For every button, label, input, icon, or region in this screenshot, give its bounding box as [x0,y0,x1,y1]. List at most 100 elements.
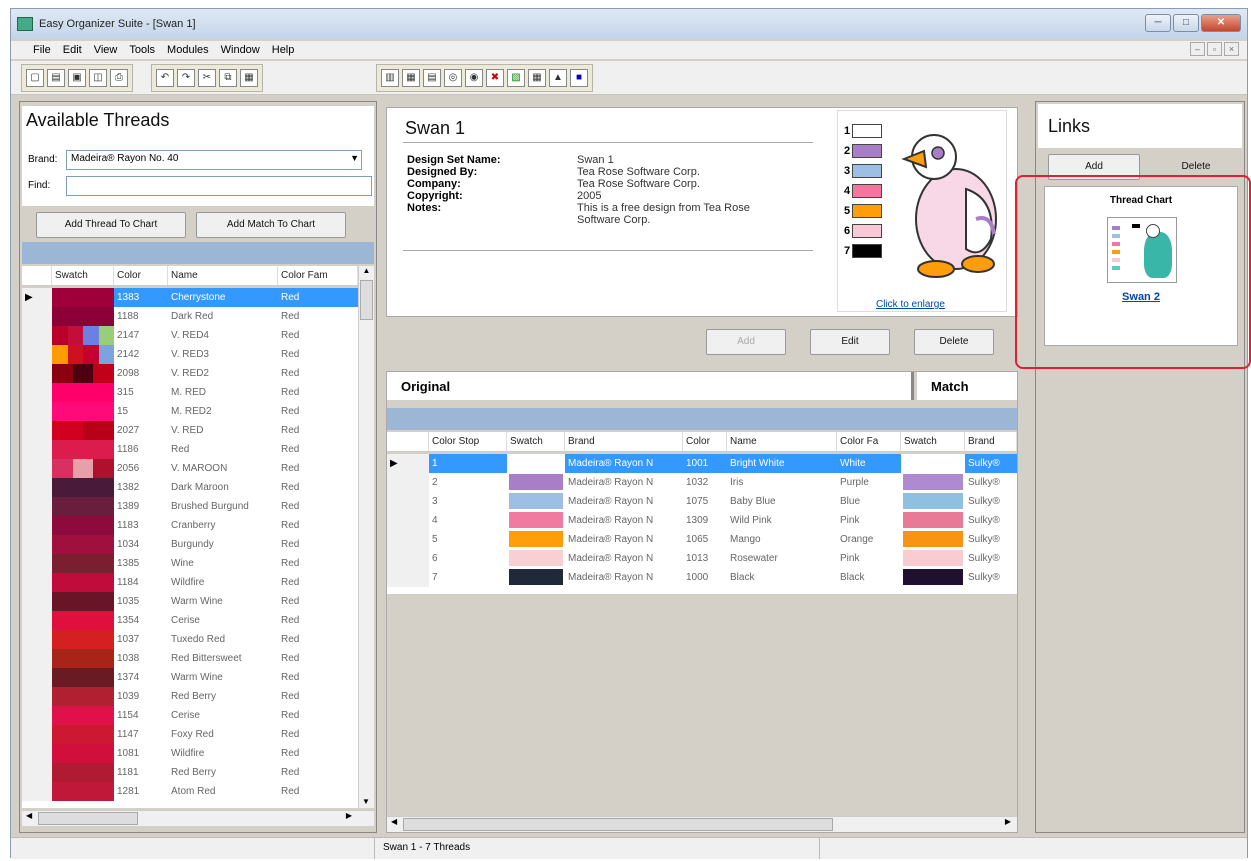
col-brand-match[interactable]: Brand [965,432,1017,451]
thread-row[interactable]: 2027 V. RED Red [22,421,358,440]
add-match-to-chart-button[interactable]: Add Match To Chart [196,212,346,238]
menu-modules[interactable]: Modules [167,44,209,56]
col-swatch-match[interactable]: Swatch [901,432,965,451]
thread-row[interactable]: 1181 Red Berry Red [22,763,358,782]
row-selector[interactable] [22,383,52,402]
thread-row[interactable]: 1147 Foxy Red Red [22,725,358,744]
menu-file[interactable]: File [33,44,51,56]
print-icon[interactable]: ⎙ [110,69,128,87]
sort-icon[interactable]: ▤ [423,69,441,87]
thread-row[interactable]: 2098 V. RED2 Red [22,364,358,383]
mdi-minimize-button[interactable]: – [1190,42,1205,56]
redo-icon[interactable]: ↷ [177,69,195,87]
thread-row[interactable]: 1382 Dark Maroon Red [22,478,358,497]
row-selector[interactable] [22,516,52,535]
thread-row[interactable]: 1034 Burgundy Red [22,535,358,554]
row-selector[interactable] [387,492,429,511]
col-color[interactable]: Color [114,266,168,285]
row-selector[interactable] [22,630,52,649]
menu-view[interactable]: View [94,44,118,56]
mdi-close-button[interactable]: × [1224,42,1239,56]
row-selector[interactable] [22,459,52,478]
row-selector[interactable] [22,592,52,611]
row-selector[interactable] [22,706,52,725]
edit-button[interactable]: Edit [810,329,890,355]
col-color-stop[interactable]: Color Stop [429,432,507,451]
thread-row[interactable]: 1389 Brushed Burgund Red [22,497,358,516]
close-button[interactable]: ✕ [1201,14,1241,32]
row-selector[interactable] [22,744,52,763]
thread-row[interactable]: 1154 Cerise Red [22,706,358,725]
add-button[interactable]: Add [706,329,786,355]
match-row[interactable]: ▶ 1 Madeira® Rayon N 1001 Bright White White S… [387,454,1017,473]
row-selector[interactable] [22,440,52,459]
delete-button[interactable]: Delete [914,329,994,355]
grid-icon[interactable]: ▦ [402,69,420,87]
col-name-original[interactable]: Name [727,432,837,451]
chart-icon[interactable]: ▲ [549,69,567,87]
row-selector[interactable] [387,530,429,549]
thread-row[interactable]: 1385 Wine Red [22,554,358,573]
add-thread-to-chart-button[interactable]: Add Thread To Chart [36,212,186,238]
mdi-restore-button[interactable]: ▫ [1207,42,1222,56]
row-selector[interactable] [22,649,52,668]
row-selector[interactable]: ▶ [387,454,429,473]
maximize-button[interactable]: □ [1173,14,1199,32]
thread-row[interactable]: 1281 Atom Red Red [22,782,358,801]
thread-row[interactable]: 1035 Warm Wine Red [22,592,358,611]
remove-spool-icon[interactable]: ◉ [465,69,483,87]
table-icon[interactable]: ▦ [528,69,546,87]
thread-row[interactable]: 315 M. RED Red [22,383,358,402]
copy-icon[interactable]: ⧉ [219,69,237,87]
row-selector[interactable] [22,573,52,592]
click-to-enlarge-link[interactable]: Click to enlarge [876,299,945,310]
menu-edit[interactable]: Edit [63,44,82,56]
thread-row[interactable]: 1184 Wildfire Red [22,573,358,592]
export-icon[interactable]: ▧ [507,69,525,87]
row-selector[interactable] [387,511,429,530]
thread-row[interactable]: 1354 Cerise Red [22,611,358,630]
row-selector[interactable] [22,611,52,630]
menu-help[interactable]: Help [272,44,295,56]
col-swatch[interactable]: Swatch [52,266,114,285]
row-selector[interactable] [22,478,52,497]
print-preview-icon[interactable]: ◫ [89,69,107,87]
match-row[interactable]: 6 Madeira® Rayon N 1013 Rosewater Pink Sulky® [387,549,1017,568]
col-color-family[interactable]: Color Fam [278,266,358,285]
scroll-right-icon[interactable]: ▶ [1005,817,1011,826]
open-icon[interactable]: ▤ [47,69,65,87]
monitor-icon[interactable]: ■ [570,69,588,87]
row-selector[interactable] [22,554,52,573]
match-row[interactable]: 5 Madeira® Rayon N 1065 Mango Orange Sulky® [387,530,1017,549]
row-selector[interactable] [387,568,429,587]
thread-row[interactable]: 1183 Cranberry Red [22,516,358,535]
row-selector[interactable] [22,402,52,421]
scroll-left-icon[interactable]: ◀ [391,817,397,826]
row-selector[interactable]: ▶ [22,288,52,307]
thread-row[interactable]: 2056 V. MAROON Red [22,459,358,478]
match-row[interactable]: 7 Madeira® Rayon N 1000 Black Black Sulky® [387,568,1017,587]
hscroll-thumb[interactable] [38,812,138,825]
row-selector[interactable] [387,473,429,492]
minimize-button[interactable]: ─ [1145,14,1171,32]
undo-icon[interactable]: ↶ [156,69,174,87]
scroll-up-icon[interactable]: ▲ [359,266,374,275]
find-input[interactable] [66,176,372,196]
col-color-family[interactable]: Color Fa [837,432,901,451]
match-row[interactable]: 3 Madeira® Rayon N 1075 Baby Blue Blue Sulky® [387,492,1017,511]
row-selector[interactable] [22,307,52,326]
menu-window[interactable]: Window [221,44,260,56]
thread-row[interactable]: 1039 Red Berry Red [22,687,358,706]
col-swatch-original[interactable]: Swatch [507,432,565,451]
new-icon[interactable]: ▢ [26,69,44,87]
scroll-left-icon[interactable]: ◀ [26,811,32,820]
scroll-right-icon[interactable]: ▶ [346,811,352,820]
row-selector[interactable] [22,782,52,801]
thread-row[interactable]: ▶ 1383 Cherrystone Red [22,288,358,307]
row-selector[interactable] [22,687,52,706]
col-color-original[interactable]: Color [683,432,727,451]
hscroll-thumb[interactable] [403,818,833,831]
cut-icon[interactable]: ✂ [198,69,216,87]
thread-row[interactable]: 1081 Wildfire Red [22,744,358,763]
thread-row[interactable]: 2147 V. RED4 Red [22,326,358,345]
